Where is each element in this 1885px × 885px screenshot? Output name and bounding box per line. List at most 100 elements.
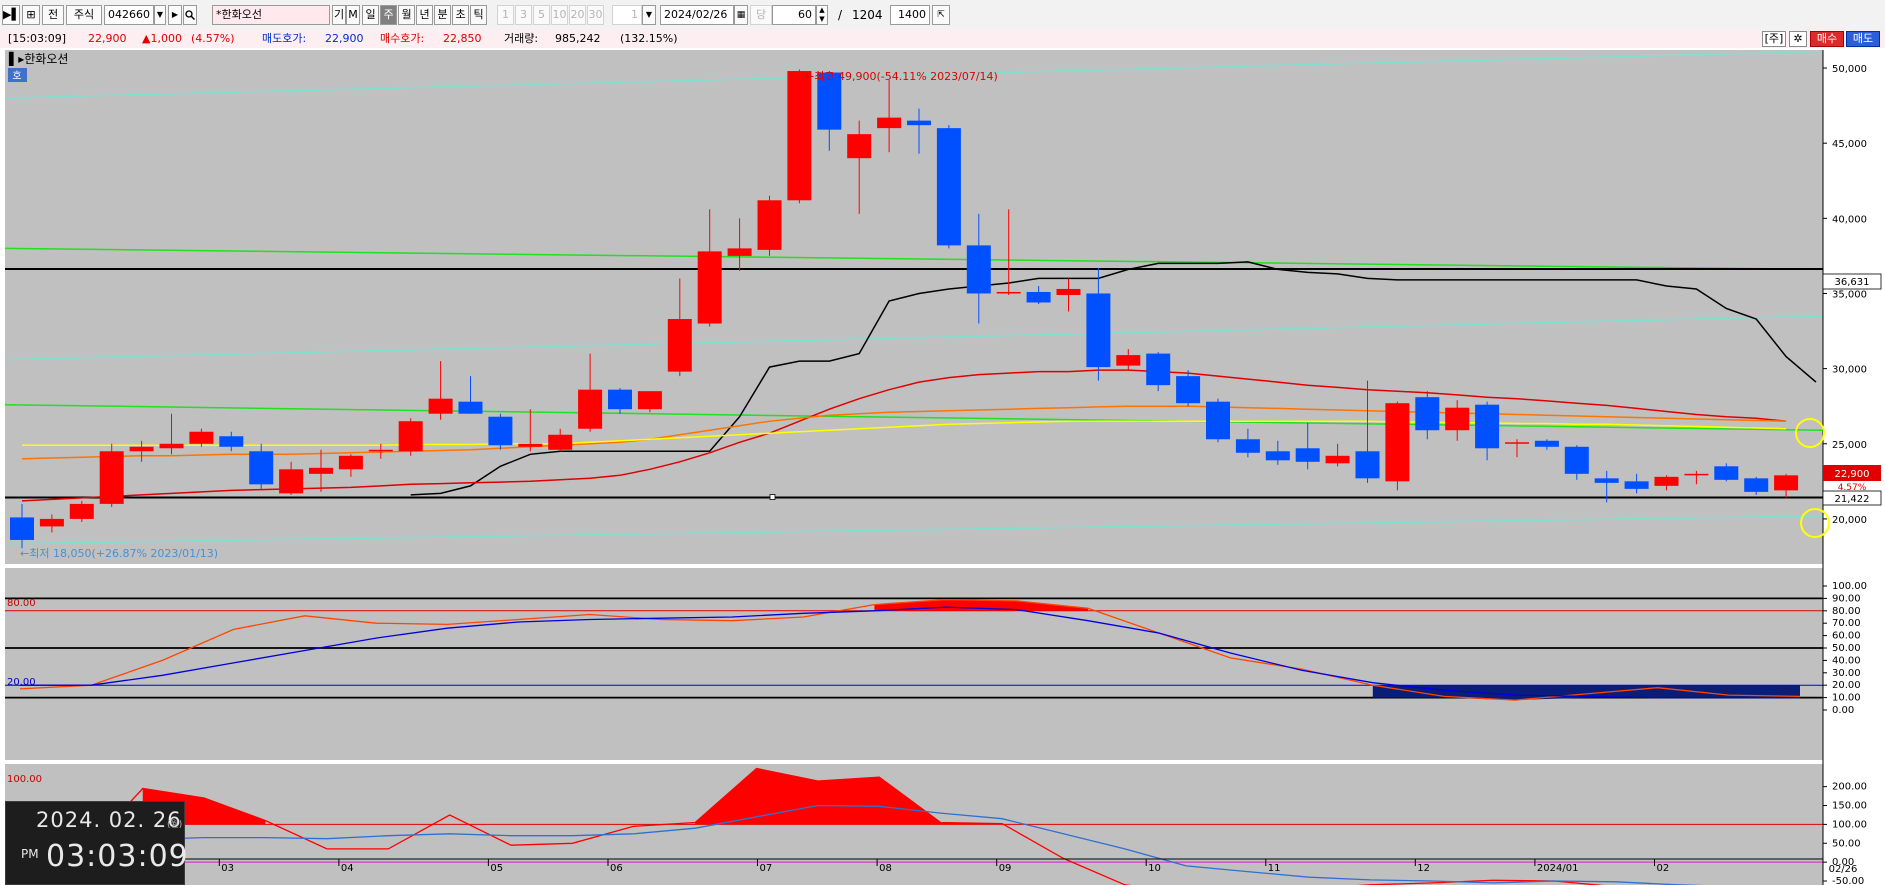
bars-spinner-icon[interactable]: ▲ ▼ [816, 5, 828, 25]
candle-body [1235, 439, 1260, 453]
count-input[interactable]: 1 [612, 5, 642, 25]
interval-btn-10[interactable]: 10 [551, 5, 568, 25]
current-price: 22,900 [88, 32, 127, 45]
period-btn-month[interactable]: 월 [398, 5, 415, 25]
date-input[interactable]: 2024/02/26 [660, 5, 734, 25]
width-input[interactable]: 1400 [890, 5, 930, 25]
price-axis-label: 20,000 [1832, 515, 1867, 526]
x-axis-label: 10 [1148, 863, 1161, 874]
candle-body [1026, 291, 1051, 303]
period-btn-day[interactable]: 일 [362, 5, 379, 25]
candle-body [1774, 475, 1799, 491]
interval-btn-3[interactable]: 3 [515, 5, 532, 25]
stock-title: ▌▸한화오션 [8, 51, 68, 66]
bars-slash: / [838, 8, 843, 22]
stoch-axis-label: 30.00 [1832, 668, 1861, 679]
period-btn-tick[interactable]: 틱 [470, 5, 487, 25]
market-tag-button[interactable]: [주] [1762, 31, 1786, 47]
clock-overlay: 2024. 02. 26 (월) PM 03:03:09 [5, 801, 188, 885]
candle-body [1206, 401, 1230, 440]
period-btn-gi[interactable]: 기 [332, 5, 346, 25]
candle-body [727, 248, 752, 256]
candle-body [1056, 288, 1081, 295]
candle-body [10, 517, 34, 540]
volume-label: 거래량: [504, 32, 539, 45]
price-axis-label: 40,000 [1832, 214, 1867, 225]
settings-icon[interactable]: ✲ [1789, 31, 1807, 47]
hline-lower-label: 21,422 [1835, 494, 1870, 505]
candle-body [667, 319, 692, 372]
sell-button[interactable]: 매도 [1846, 31, 1880, 47]
candle-body [996, 291, 1021, 294]
stock-code-input[interactable]: 042660 [104, 5, 154, 25]
clock-date: 2024. 02. 26 [36, 808, 182, 832]
price-change: ▲1,000 [142, 32, 182, 45]
bottom-date-label: 02/26 [1829, 864, 1858, 875]
market-button[interactable]: 주식 [66, 5, 102, 25]
chart-area[interactable]: 20,000 25,000 30,000 35,000 40,000 45,000 50,0… [0, 48, 1885, 885]
candle-body [69, 503, 94, 519]
period-btn-year[interactable]: 년 [416, 5, 433, 25]
candle-body [1385, 403, 1410, 482]
stoch-axis-label: 40.00 [1832, 655, 1861, 666]
all-button[interactable]: 전 [42, 5, 64, 25]
candle-body [757, 200, 782, 250]
expand-icon[interactable]: ⇱ [932, 5, 950, 25]
clock-time: 03:03:09 [46, 839, 189, 874]
price-change-pct: (4.57%) [191, 32, 235, 45]
play-icon[interactable]: ▶ [168, 5, 182, 25]
low-annotation: ←최저 18,050(+26.87% 2023/01/13) [20, 547, 218, 560]
candle-body [338, 455, 363, 470]
line-handle [769, 494, 776, 500]
bars-count-input[interactable]: 60 [772, 5, 816, 25]
candle-body [39, 518, 64, 527]
stoch-lo-label: 20.00 [7, 677, 36, 688]
candle-body [697, 251, 722, 324]
interval-btn-1[interactable]: 1 [497, 5, 514, 25]
x-axis-label: 07 [760, 863, 773, 874]
stock-name-input[interactable]: *한화오선 [212, 5, 330, 25]
candle-body [428, 398, 453, 414]
pin-button[interactable]: ▶▌ [2, 5, 20, 25]
osc-axis-label: 200.00 [1832, 782, 1867, 793]
stoch-axis-label: 10.00 [1832, 693, 1861, 704]
candle-body [309, 467, 333, 474]
stoch-axis-label: 0.00 [1832, 705, 1854, 716]
volume-value: 985,242 [555, 32, 601, 45]
candle-body [877, 117, 902, 129]
period-btn-week[interactable]: 주 [380, 5, 397, 25]
candle-body [787, 71, 812, 201]
candle-body [1295, 448, 1320, 462]
buy-button[interactable]: 매수 [1810, 31, 1844, 47]
count-dropdown-icon[interactable]: ▼ [642, 5, 656, 25]
stoch-axis-label: 70.00 [1832, 618, 1861, 629]
candle-body [458, 401, 483, 414]
x-axis-label: 06 [610, 863, 623, 874]
period-btn-minute[interactable]: 분 [434, 5, 451, 25]
period-btn-m[interactable]: M [346, 5, 360, 25]
price-axis-label: 30,000 [1832, 365, 1867, 376]
interval-btn-30[interactable]: 30 [587, 5, 604, 25]
time-label: [15:03:09] [8, 32, 66, 45]
x-axis-label: 2024/01 [1537, 863, 1579, 874]
candle-body [488, 416, 513, 446]
x-axis-label: 08 [879, 863, 892, 874]
price-axis-label: 45,000 [1832, 139, 1867, 150]
interval-btn-20[interactable]: 20 [569, 5, 586, 25]
dang-button[interactable]: 당 [750, 5, 772, 25]
code-dropdown-icon[interactable]: ▼ [154, 5, 166, 25]
interval-btn-5[interactable]: 5 [533, 5, 550, 25]
candle-body [1564, 446, 1589, 474]
info-bar: [15:03:09] 22,900 ▲1,000 (4.57%) 매도호가: 2… [0, 30, 1885, 49]
period-btn-second[interactable]: 초 [452, 5, 469, 25]
candle-body [159, 443, 184, 449]
candle-body [518, 443, 543, 447]
calendar-icon[interactable]: ▦ [734, 5, 748, 25]
search-icon[interactable] [183, 5, 197, 25]
ask-label: 매도호가: [262, 32, 307, 45]
window-button[interactable]: ⊞ [22, 5, 40, 25]
x-axis-label: 03 [221, 863, 234, 874]
osc-axis-label: 150.00 [1832, 801, 1867, 812]
candle-body [368, 449, 393, 452]
stoch-axis-label: 20.00 [1832, 680, 1861, 691]
